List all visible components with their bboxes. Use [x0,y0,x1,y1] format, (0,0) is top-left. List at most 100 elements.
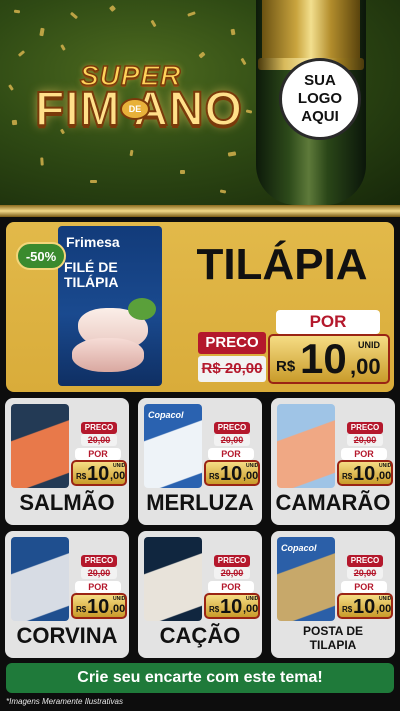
currency: R$ [76,472,87,481]
confetti-piece [180,170,185,174]
price-integer: 10 [353,596,376,618]
unit-label: UNID [246,463,259,469]
old-price: 20,00 [214,567,250,579]
por-label: POR [341,448,387,460]
confetti-piece [60,44,66,51]
preco-label: PRECO [347,422,383,434]
product-name: CAMARÃO [275,490,391,515]
confetti-piece [230,28,236,36]
product-name: CAÇÃO [159,623,241,648]
confetti-piece [69,11,79,20]
old-price: 20,00 [214,434,250,446]
product-image [11,537,69,621]
price-cents: ,00 [376,470,392,482]
hero-offer[interactable]: Frimesa FILÉ DE TILÁPIA -50% TILÁPIA PRE… [6,222,394,392]
product-name: MERLUZA [146,490,254,515]
product-image [277,404,335,488]
confetti-piece [129,149,134,157]
garnish-shape [128,298,156,320]
logo-placeholder-text: SUA LOGO AQUI [297,72,343,125]
confetti-piece [11,119,18,126]
price-cents: ,00 [376,603,392,615]
old-price: 20,00 [81,567,117,579]
unit-label: UNID [113,463,126,469]
header-banner: SUPER FIM ANO DE SUA LOGO AQUI [0,0,400,205]
unit-label: UNID [379,463,392,469]
logo-placeholder[interactable]: SUA LOGO AQUI [279,58,361,140]
old-price: 20,00 [81,434,117,446]
confetti-piece [40,157,44,166]
price-integer: 10 [220,463,243,485]
product-name: SALMÃO [19,490,115,515]
product-card[interactable]: PRECO 20,00 POR R$ 10,00 UNID CAMARÃO [271,398,395,525]
product-image [11,404,69,488]
por-label: POR [208,581,254,593]
package-brand: Frimesa [66,234,120,250]
confetti-piece [90,180,97,183]
unit-label: UNID [379,596,392,602]
discount-badge: -50% [16,242,66,270]
product-card[interactable]: PRECO 20,00 POR R$ 10,00 UNID CAÇÃO [138,531,262,658]
price-cents: ,00 [243,470,259,482]
preco-label: PRECO [198,332,266,354]
old-price: 20,00 [347,434,383,446]
price-integer: 10 [87,596,110,618]
price-cents: ,00 [110,470,126,482]
price-integer: 10 [220,596,243,618]
preco-label: PRECO [81,422,117,434]
por-label: POR [276,310,380,334]
bottle-foil [262,0,360,62]
title-de-badge: DE [120,98,150,120]
current-price: R$ 10,00 UNID [204,460,260,486]
tilapia-package-image: Frimesa FILÉ DE TILÁPIA [58,226,162,386]
price-cents: ,00 [350,354,381,379]
product-image-brand: Copacol [148,410,184,420]
unit-label: UNID [113,596,126,602]
product-image: Copacol [144,404,202,488]
confetti-piece [240,57,247,66]
preco-label: PRECO [81,555,117,567]
currency: R$ [342,605,353,614]
confetti-piece [187,11,196,17]
por-label: POR [341,581,387,593]
price-cents: ,00 [110,603,126,615]
confetti-piece [150,19,157,28]
price-integer: 10 [353,463,376,485]
old-price: R$ 20,00 [198,356,266,382]
unit-label: UNID [358,340,380,350]
old-price: 20,00 [347,567,383,579]
por-label: POR [208,448,254,460]
por-label: POR [75,448,121,460]
product-card[interactable]: Copacol PRECO 20,00 POR R$ 10,00 UNID MERLUZA [138,398,262,525]
currency: R$ [276,358,296,375]
price-integer: 10 [300,335,347,382]
confetti-piece [13,9,21,14]
unit-label: UNID [246,596,259,602]
product-image: Copacol [277,537,335,621]
product-card[interactable]: PRECO 20,00 POR R$ 10,00 UNID CORVINA [5,531,129,658]
hero-product-title: TILÁPIA [196,240,368,289]
fish-fillet-shape [72,338,144,372]
disclaimer: *Imagens Meramente Ilustrativas [6,697,123,706]
product-card[interactable]: Copacol PRECO 20,00 POR R$ 10,00 UNID POSTA DE … [271,531,395,658]
currency: R$ [76,605,87,614]
current-price: R$ 10,00 UNID [71,593,127,619]
currency: R$ [209,605,220,614]
current-price: R$ 10 ,00 UNID [268,334,390,384]
product-name: CORVINA [16,623,118,648]
product-card[interactable]: PRECO 20,00 POR R$ 10,00 UNID SALMÃO [5,398,129,525]
preco-label: PRECO [214,422,250,434]
currency: R$ [342,472,353,481]
cta-button[interactable]: Crie seu encarte com este tema! [6,663,394,693]
product-image [144,537,202,621]
preco-label: PRECO [347,555,383,567]
currency: R$ [209,472,220,481]
confetti-piece [219,189,227,194]
confetti-piece [108,4,117,13]
por-label: POR [75,581,121,593]
gold-divider [0,205,400,217]
price-integer: 10 [87,463,110,485]
current-price: R$ 10,00 UNID [337,460,393,486]
preco-label: PRECO [214,555,250,567]
current-price: R$ 10,00 UNID [71,460,127,486]
